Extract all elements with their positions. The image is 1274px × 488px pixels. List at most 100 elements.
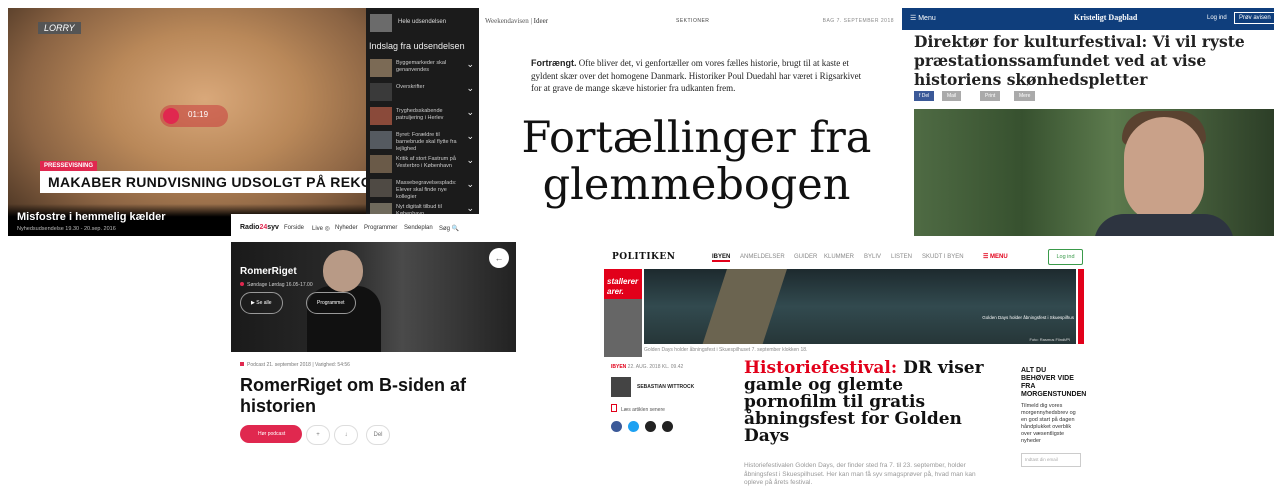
wa-brand[interactable]: Weekendavisen | Ideer: [485, 17, 548, 25]
nav-sendeplan[interactable]: Sendeplan: [404, 225, 433, 231]
facebook-icon[interactable]: [611, 421, 622, 432]
playlist-item-label: Byret: Forældre til barnebrude skal flyt…: [396, 132, 457, 152]
share-button[interactable]: Del: [366, 425, 390, 445]
kd-headline: Direktør for kulturfestival: Vi vil ryst…: [914, 32, 1245, 89]
nav-byliv[interactable]: BYLIV: [864, 254, 881, 260]
playlist-item-label: Massebegravelsesplads: Elever skal finde…: [396, 180, 457, 200]
chevron-down-icon[interactable]: ⌄: [466, 59, 474, 70]
show-meta: Søndage Lørdag 16.05-17.00: [240, 282, 313, 288]
add-icon[interactable]: +: [306, 425, 330, 445]
play-podcast-button[interactable]: Hør podcast: [240, 425, 302, 443]
play-chip[interactable]: 01:19: [160, 105, 228, 127]
wa-lead-bold: Fortrængt.: [531, 58, 577, 68]
politiken-logo[interactable]: POLITIKEN: [612, 252, 675, 262]
playlist-item[interactable]: Byggemarkeder skal genanvendes ⌄: [370, 58, 474, 80]
photo-caption: Golden Days holder åbningsfest i Skuespi…: [982, 315, 1074, 320]
save-label: Læs artiklen senere: [621, 407, 665, 413]
video-title: Misfostre i hemmelig kælder: [17, 211, 166, 223]
nav-ibyen[interactable]: IBYEN: [712, 254, 731, 262]
playlist-sidebar: Hele udsendelsen Indslag fra udsendelsen…: [366, 8, 479, 236]
download-icon[interactable]: ↓: [334, 425, 358, 445]
nav-guider[interactable]: GUIDER: [794, 254, 817, 260]
play-icon[interactable]: [163, 108, 179, 124]
playlist-item[interactable]: Kritik af stort Fastrum på Vesterbro i K…: [370, 154, 474, 176]
playlist-item[interactable]: Massebegravelsesplads: Elever skal finde…: [370, 178, 474, 200]
kd-subscribe-button[interactable]: Prøv avisen: [1234, 12, 1274, 24]
chevron-down-icon[interactable]: ⌄: [466, 179, 474, 190]
author-name[interactable]: SEBASTIAN WITTROCK: [637, 384, 694, 390]
chevron-down-icon[interactable]: ⌄: [466, 155, 474, 166]
all-episodes-button[interactable]: ▶ Se alle: [240, 292, 283, 314]
podcast-title: RomerRiget om B-siden af historien: [240, 375, 467, 416]
thumbnail: [370, 155, 392, 173]
nav-skudt-i-byen[interactable]: SKUDT I BYEN: [922, 254, 964, 260]
date-tag[interactable]: IBYEN: [611, 364, 626, 370]
promo-text: stallerer arer.: [607, 277, 639, 296]
playlist-item-label: Kritik af stort Fastrum på Vesterbro i K…: [396, 156, 456, 169]
portrait-face: [1124, 117, 1204, 222]
wa-title-line2: glemmebogen: [542, 160, 851, 210]
nav-search[interactable]: Søg 🔍: [439, 225, 459, 232]
twitter-icon[interactable]: [628, 421, 639, 432]
video-time: 01:19: [188, 110, 209, 119]
kd-masthead[interactable]: Kristeligt Dagblad: [1074, 13, 1137, 22]
video-meta: Nyhedsudsendelse 19.30 - 20.sep. 2016: [17, 226, 116, 232]
bookmark-icon: [611, 404, 617, 412]
thumbnail: [370, 14, 392, 32]
back-arrow-icon[interactable]: ←: [489, 248, 509, 268]
playlist-item[interactable]: Trygheds­skabende patruljering i Herlev ⌄: [370, 106, 474, 128]
thumbnail: [370, 83, 392, 101]
share-facebook-button[interactable]: f Del: [914, 91, 935, 101]
r24-logo[interactable]: Radio24syv: [240, 224, 279, 231]
chevron-down-icon[interactable]: ⌄: [466, 203, 474, 214]
kd-login-link[interactable]: Log ind: [1207, 15, 1227, 21]
nav-forside[interactable]: Forside: [284, 225, 304, 231]
link-icon[interactable]: [662, 421, 673, 432]
chevron-down-icon[interactable]: ⌄: [466, 131, 474, 142]
podcast-icon: [240, 362, 244, 366]
chevron-down-icon[interactable]: ⌄: [466, 83, 474, 94]
wa-date: BAG 7. SEPTEMBER 2018: [822, 18, 894, 24]
podcast-meta-text: Podcast 21. september 2018 | Varighed: 5…: [247, 362, 350, 368]
wa-lead: Fortrængt. Ofte bliver det, vi genfortæl…: [531, 57, 871, 95]
channel-logo: LORRY: [38, 22, 81, 34]
photo-credit: Foto: Rasmus Flindt/Pl: [1029, 337, 1070, 342]
nav-klummer[interactable]: KLUMMER: [824, 254, 854, 260]
newsletter-email-input[interactable]: Indtast din email: [1021, 453, 1081, 467]
share-print-button[interactable]: Print: [980, 91, 1001, 101]
thumbnail: [370, 107, 392, 125]
playlist-item[interactable]: Byret: Forældre til barnebrude skal flyt…: [370, 130, 474, 152]
r24-logo-c: syv: [267, 224, 279, 231]
chevron-down-icon[interactable]: ⌄: [466, 107, 474, 118]
weekendavisen-panel: Weekendavisen | Ideer SEKTIONER BAG 7. S…: [479, 8, 914, 236]
program-button[interactable]: Programmet: [306, 292, 356, 314]
playlist-item-label: Overskrifter: [396, 84, 425, 90]
playlist-item[interactable]: Overskrifter ⌄: [370, 82, 474, 104]
share-mail-button[interactable]: Mail: [942, 91, 962, 101]
wa-brand-name: Weekendavisen: [485, 17, 529, 25]
author-avatar: [611, 377, 631, 397]
save-article-link[interactable]: Læs artiklen senere: [611, 404, 665, 413]
share-more-button[interactable]: Mere: [1014, 91, 1036, 101]
nav-live[interactable]: Live ◎: [312, 225, 330, 232]
article-photo: Golden Days holder åbningsfest i Skuespi…: [644, 269, 1076, 344]
nav-anmeldelser[interactable]: ANMELDELSER: [740, 254, 785, 260]
wa-sections-link[interactable]: SEKTIONER: [676, 18, 709, 24]
article-headline: Historiefestival: DR viser gamle og glem…: [744, 360, 984, 445]
portrait-shirt: [1094, 214, 1234, 236]
nav-nyheder[interactable]: Nyheder: [335, 225, 358, 231]
full-broadcast-label: Hele udsendelsen: [398, 19, 447, 25]
photo-pier: [697, 269, 791, 344]
politiken-menu-button[interactable]: ☰ MENU: [983, 253, 1008, 260]
thumbnail: [370, 59, 392, 77]
promo-image: [604, 299, 642, 357]
nav-listen[interactable]: LISTEN: [891, 254, 912, 260]
wa-section-brand: Ideer: [533, 17, 549, 25]
article-body: Historiefestivalen Golden Days, der find…: [744, 462, 976, 486]
mail-icon[interactable]: [645, 421, 656, 432]
kd-menu-button[interactable]: ☰ Menu: [910, 14, 936, 22]
full-broadcast-link[interactable]: Hele udsendelsen: [370, 14, 471, 32]
newsletter-heading: ALT DU BEHØVER VIDE FRA MORGENSTUNDEN: [1021, 367, 1087, 398]
nav-programmer[interactable]: Programmer: [364, 225, 397, 231]
politiken-login-button[interactable]: Log ind: [1048, 249, 1083, 265]
